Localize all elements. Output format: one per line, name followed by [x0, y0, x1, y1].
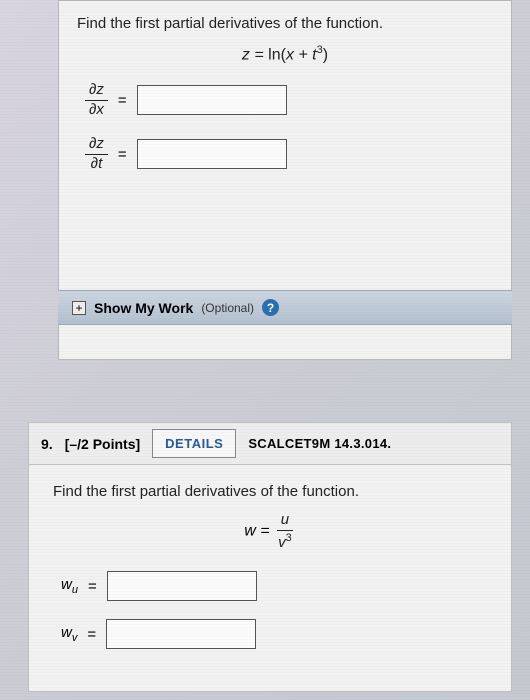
q2-wu-sub: u — [72, 584, 78, 596]
question-2-wrap: 9. [–/2 Points] DETAILS SCALCET9M 14.3.0… — [28, 422, 512, 692]
question-2-body: Find the first partial derivatives of th… — [28, 465, 512, 692]
q1-dzdt-num: ∂z — [85, 136, 108, 155]
q1-answer-dzdt[interactable] — [137, 139, 287, 169]
q1-eq-fn: ln( — [268, 46, 286, 63]
q2-wu-base: w — [61, 576, 72, 593]
smw-label: Show My Work — [94, 300, 193, 316]
q2-eq-den-base: v — [278, 534, 286, 551]
q2-source: SCALCET9M 14.3.014. — [248, 436, 391, 451]
q1-row-dzdx: ∂z ∂x = — [85, 82, 493, 118]
q2-number: 9. — [41, 436, 53, 452]
show-my-work-bar[interactable]: + Show My Work (Optional) ? — [58, 290, 512, 325]
details-button[interactable]: DETAILS — [152, 429, 236, 458]
q1-eq-close: ) — [323, 46, 328, 63]
q1-dzdt-den: ∂t — [87, 155, 107, 173]
question-2-header: 9. [–/2 Points] DETAILS SCALCET9M 14.3.0… — [28, 422, 512, 465]
q2-equation: w = u v3 — [53, 512, 487, 551]
q2-points: [–/2 Points] — [65, 436, 140, 452]
q2-wv-sub: v — [72, 632, 78, 644]
q2-wu-eq: = — [88, 578, 97, 595]
q2-answer-wv[interactable] — [106, 619, 256, 649]
q1-dzdt-eq: = — [118, 146, 127, 163]
q2-wu-label: wu — [61, 576, 78, 596]
smw-optional: (Optional) — [201, 301, 254, 315]
q2-answer-wu[interactable] — [107, 571, 257, 601]
q2-eq-num: u — [277, 512, 293, 531]
q2-eq-den: v3 — [274, 531, 296, 552]
q1-eq-var1: x — [286, 46, 294, 63]
q2-wv-eq: = — [87, 626, 96, 643]
q1-prompt: Find the first partial derivatives of th… — [77, 15, 493, 32]
q1-equation: z = ln(x + t3) — [77, 44, 493, 64]
q2-eq-frac: u v3 — [274, 512, 296, 551]
q2-row-wv: wv = — [61, 619, 487, 649]
q1-dzdx-den: ∂x — [85, 101, 108, 119]
q1-dzdx-num: ∂z — [85, 82, 108, 101]
q1-eq-plus: + — [294, 46, 312, 63]
q2-eq-den-exp: 3 — [286, 532, 292, 544]
q1-frac-dzdx: ∂z ∂x — [85, 82, 108, 118]
q1-eq-eq: = — [250, 46, 268, 63]
q2-eq-lhs: w — [244, 523, 256, 540]
q1-frac-dzdt: ∂z ∂t — [85, 136, 108, 172]
q2-wv-label: wv — [61, 624, 77, 644]
q2-wv-base: w — [61, 624, 72, 641]
q2-row-wu: wu = — [61, 571, 487, 601]
q1-eq-lhs: z — [242, 46, 250, 63]
q1-row-dzdt: ∂z ∂t = — [85, 136, 493, 172]
question-1-box: Find the first partial derivatives of th… — [58, 0, 512, 360]
q2-eq-eq: = — [256, 523, 274, 540]
q2-prompt: Find the first partial derivatives of th… — [53, 483, 487, 500]
help-icon[interactable]: ? — [262, 299, 279, 316]
expand-icon[interactable]: + — [72, 301, 86, 315]
q1-answer-dzdx[interactable] — [137, 85, 287, 115]
q1-dzdx-eq: = — [118, 92, 127, 109]
